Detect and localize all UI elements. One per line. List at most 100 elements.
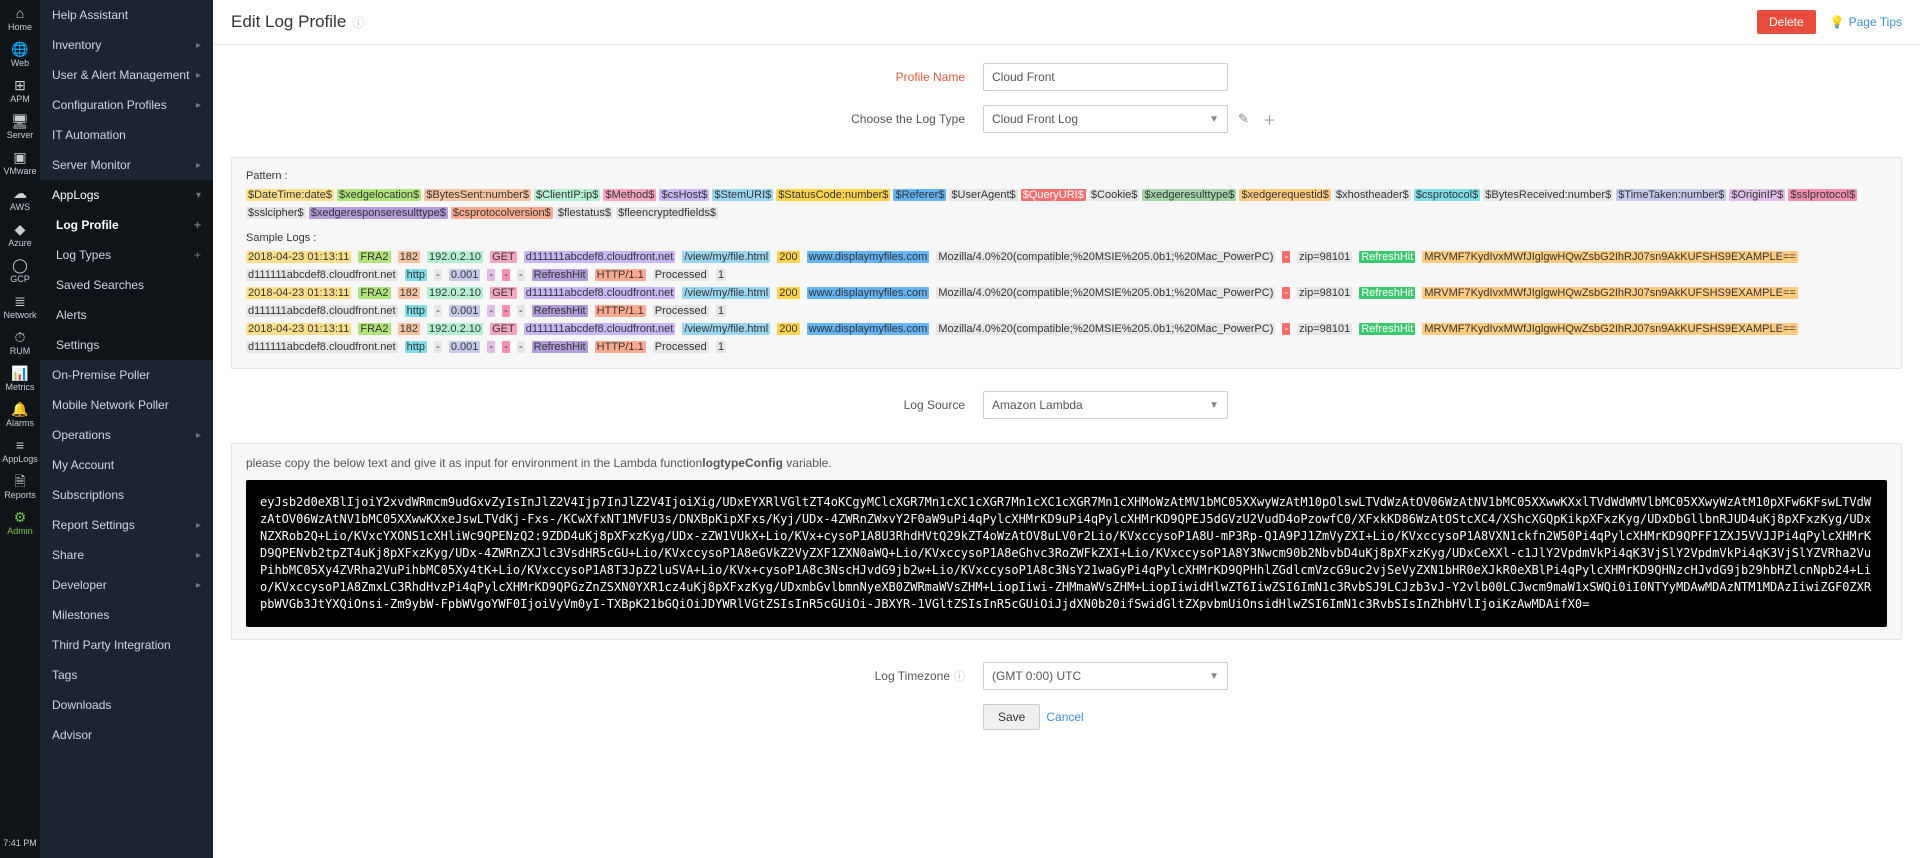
rail-item-server[interactable]: 🖥Server bbox=[0, 108, 40, 144]
rail-item-rum[interactable]: ⏱RUM bbox=[0, 324, 40, 360]
sample-token: www.displaymyfiles.com bbox=[807, 287, 930, 299]
nav-subitem-alerts[interactable]: Alerts bbox=[40, 300, 213, 330]
nav-item-advisor[interactable]: Advisor bbox=[40, 720, 213, 750]
nav-item-subscriptions[interactable]: Subscriptions bbox=[40, 480, 213, 510]
chevron-right-icon: ▸ bbox=[196, 100, 201, 111]
rail-item-home[interactable]: ⌂Home bbox=[0, 0, 40, 36]
lambda-panel: please copy the below text and give it a… bbox=[231, 443, 1902, 640]
nav-item-server-monitor[interactable]: Server Monitor▸ bbox=[40, 150, 213, 180]
pattern-token: $fleencryptedfields$ bbox=[616, 207, 718, 219]
nav-item-downloads[interactable]: Downloads bbox=[40, 690, 213, 720]
pattern-token: $Referer$ bbox=[893, 189, 946, 201]
nav-item-mobile-network-poller[interactable]: Mobile Network Poller bbox=[40, 390, 213, 420]
sample-token: 2018-04-23 01:13:11 bbox=[246, 251, 351, 263]
nav-item-share[interactable]: Share▸ bbox=[40, 540, 213, 570]
nav-item-third-party-integration[interactable]: Third Party Integration bbox=[40, 630, 213, 660]
nav-item-tags[interactable]: Tags bbox=[40, 660, 213, 690]
log-source-value: Amazon Lambda bbox=[992, 398, 1083, 412]
sample-token: 192.0.2.10 bbox=[427, 287, 483, 299]
plus-icon[interactable]: + bbox=[194, 218, 201, 232]
nav-item-operations[interactable]: Operations▸ bbox=[40, 420, 213, 450]
nav-item-on-premise-poller[interactable]: On-Premise Poller bbox=[40, 360, 213, 390]
timezone-select[interactable]: (GMT 0:00) UTC ▼ bbox=[983, 662, 1228, 690]
page-title: Edit Log Profile bbox=[231, 12, 346, 32]
add-log-type-icon[interactable]: ＋ bbox=[1259, 110, 1280, 129]
nav-subitem-settings[interactable]: Settings bbox=[40, 330, 213, 360]
rail-item-network[interactable]: ≣Network bbox=[0, 288, 40, 324]
nav-item-developer[interactable]: Developer▸ bbox=[40, 570, 213, 600]
reports-icon: 🗎 bbox=[0, 474, 40, 488]
log-type-select[interactable]: Cloud Front Log ▼ bbox=[983, 105, 1228, 133]
sample-token: 0.001 bbox=[449, 269, 481, 281]
nav-item-applogs[interactable]: AppLogs▾ bbox=[40, 180, 213, 210]
rail-item-reports[interactable]: 🗎Reports bbox=[0, 468, 40, 504]
nav-item-my-account[interactable]: My Account bbox=[40, 450, 213, 480]
nav-item-milestones[interactable]: Milestones bbox=[40, 600, 213, 630]
nav-item-report-settings[interactable]: Report Settings▸ bbox=[40, 510, 213, 540]
sample-token bbox=[1798, 287, 1802, 299]
save-button[interactable]: Save bbox=[983, 704, 1040, 730]
rail-item-applogs[interactable]: ≡AppLogs bbox=[0, 432, 40, 468]
admin-icon: ⚙ bbox=[0, 510, 40, 524]
vmware-icon: ▣ bbox=[0, 150, 40, 164]
rum-icon: ⏱ bbox=[0, 330, 40, 344]
rail-item-azure[interactable]: ◆Azure bbox=[0, 216, 40, 252]
rail-item-vmware[interactable]: ▣VMware bbox=[0, 144, 40, 180]
nav-item-configuration-profiles[interactable]: Configuration Profiles▸ bbox=[40, 90, 213, 120]
log-source-select[interactable]: Amazon Lambda ▼ bbox=[983, 391, 1228, 419]
sample-token: 0.001 bbox=[449, 305, 481, 317]
sample-token: d111111abcdef8.cloudfront.net bbox=[246, 305, 398, 317]
rail-item-metrics[interactable]: 📊Metrics bbox=[0, 360, 40, 396]
sample-token bbox=[588, 269, 595, 281]
sample-token bbox=[588, 305, 595, 317]
nav-subitem-log-types[interactable]: Log Types+ bbox=[40, 240, 213, 270]
pattern-token: $xedgeresponseresulttype$ bbox=[309, 207, 448, 219]
sample-token: FRA2 bbox=[358, 251, 390, 263]
rail-item-aws[interactable]: ☁AWS bbox=[0, 180, 40, 216]
plus-icon[interactable]: + bbox=[194, 248, 201, 262]
nav-item-help-assistant[interactable]: Help Assistant bbox=[40, 0, 213, 30]
chevron-right-icon: ▸ bbox=[196, 40, 201, 51]
page-tips-link[interactable]: 💡 Page Tips bbox=[1830, 15, 1902, 29]
sample-token: Processed bbox=[653, 269, 709, 281]
sample-token: http bbox=[405, 341, 427, 353]
nav-item-it-automation[interactable]: IT Automation bbox=[40, 120, 213, 150]
pattern-token: $StemURI$ bbox=[712, 189, 773, 201]
sample-token bbox=[525, 341, 532, 353]
edit-log-type-icon[interactable]: ✎ bbox=[1234, 111, 1253, 127]
cancel-link[interactable]: Cancel bbox=[1046, 710, 1083, 724]
sample-token: - bbox=[502, 341, 510, 353]
lambda-config-code[interactable]: eyJsb2d0eXBlIjoiY2xvdWRmcm9udGxvZyIsInJl… bbox=[246, 480, 1887, 627]
sample-token bbox=[517, 323, 524, 335]
pattern-token: $flestatus$ bbox=[556, 207, 613, 219]
timezone-label: Log Timezoneⓘ bbox=[213, 668, 983, 684]
profile-name-input[interactable] bbox=[983, 63, 1228, 91]
pattern-token: $ClientIP:ip$ bbox=[534, 189, 600, 201]
nav-subitem-saved-searches[interactable]: Saved Searches bbox=[40, 270, 213, 300]
pattern-token: $xedgeresulttype$ bbox=[1142, 189, 1236, 201]
nav-item-user-alert-management[interactable]: User & Alert Management▸ bbox=[40, 60, 213, 90]
rail-item-alarms[interactable]: 🔔Alarms bbox=[0, 396, 40, 432]
lambda-note: please copy the below text and give it a… bbox=[246, 456, 1887, 470]
sample-token: d111111abcdef8.cloudfront.net bbox=[246, 269, 398, 281]
pattern-token: $BytesReceived:number$ bbox=[1483, 189, 1613, 201]
info-icon[interactable]: ⓘ bbox=[352, 14, 364, 31]
rail-item-web[interactable]: 🌐Web bbox=[0, 36, 40, 72]
delete-button[interactable]: Delete bbox=[1757, 10, 1816, 34]
nav-subitem-log-profile[interactable]: Log Profile+ bbox=[40, 210, 213, 240]
chevron-down-icon: ▼ bbox=[1209, 400, 1219, 411]
nav-item-inventory[interactable]: Inventory▸ bbox=[40, 30, 213, 60]
rail-item-admin[interactable]: ⚙Admin bbox=[0, 504, 40, 540]
sample-token: - bbox=[502, 269, 510, 281]
sample-token bbox=[442, 269, 449, 281]
sample-token: 1 bbox=[716, 269, 726, 281]
pattern-token: $xedgelocation$ bbox=[337, 189, 421, 201]
sample-token bbox=[483, 287, 490, 299]
sample-token: FRA2 bbox=[358, 287, 390, 299]
rail-item-apm[interactable]: ⊞APM bbox=[0, 72, 40, 108]
info-icon[interactable]: ⓘ bbox=[954, 671, 965, 683]
rail-item-gcp[interactable]: ◯GCP bbox=[0, 252, 40, 288]
sample-token: - bbox=[1282, 287, 1290, 299]
sample-token: /view/my/file.html bbox=[682, 251, 770, 263]
sample-token: - bbox=[517, 341, 525, 353]
